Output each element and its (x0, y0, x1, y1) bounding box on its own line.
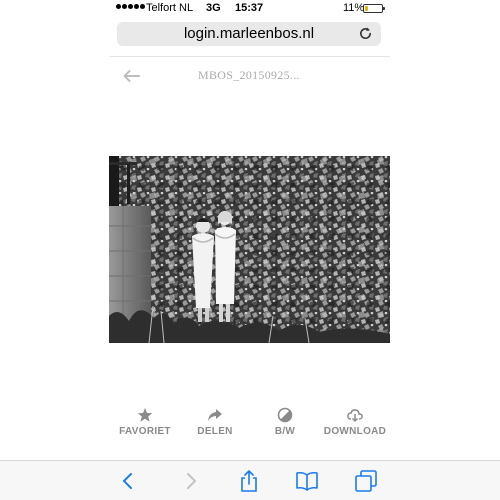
share-button[interactable]: DELEN (180, 407, 250, 437)
network-type: 3G (206, 2, 221, 14)
reload-icon[interactable] (358, 26, 373, 41)
address-bar[interactable]: login.marleenbos.nl (117, 22, 381, 46)
back-icon[interactable] (117, 470, 139, 492)
download-label: DOWNLOAD (323, 426, 387, 437)
contrast-icon (277, 407, 293, 423)
battery-icon (363, 4, 385, 13)
share-arrow-icon (208, 409, 222, 421)
clock: 15:37 (235, 2, 264, 14)
share-icon[interactable] (238, 470, 260, 492)
tabs-icon[interactable] (355, 470, 377, 492)
browser-toolbar (0, 460, 500, 500)
photo[interactable] (109, 156, 390, 343)
back-arrow-icon[interactable] (122, 69, 140, 83)
share-label: DELEN (197, 426, 233, 437)
url-text[interactable]: login.marleenbos.nl (117, 25, 381, 42)
favorite-label: FAVORIET (119, 426, 171, 437)
favorite-button[interactable]: FAVORIET (110, 407, 180, 437)
battery-percent: 11% (343, 2, 365, 14)
bookmarks-icon[interactable] (296, 470, 318, 492)
download-button[interactable]: DOWNLOAD (320, 407, 390, 437)
status-bar: Telfort NL 3G 15:37 11% (0, 0, 500, 18)
signal-strength-icon (116, 4, 145, 9)
forward-icon[interactable] (180, 470, 202, 492)
photo-actions: FAVORIET DELEN B/W DOWNLOAD (110, 407, 390, 441)
black-white-button[interactable]: B/W (250, 407, 320, 437)
divider (110, 56, 390, 57)
black-white-label: B/W (274, 426, 296, 437)
star-icon (137, 408, 153, 422)
cloud-download-icon (347, 409, 363, 423)
page-title: MBOS_20150925... (198, 68, 300, 82)
carrier-name: Telfort NL (146, 2, 194, 14)
